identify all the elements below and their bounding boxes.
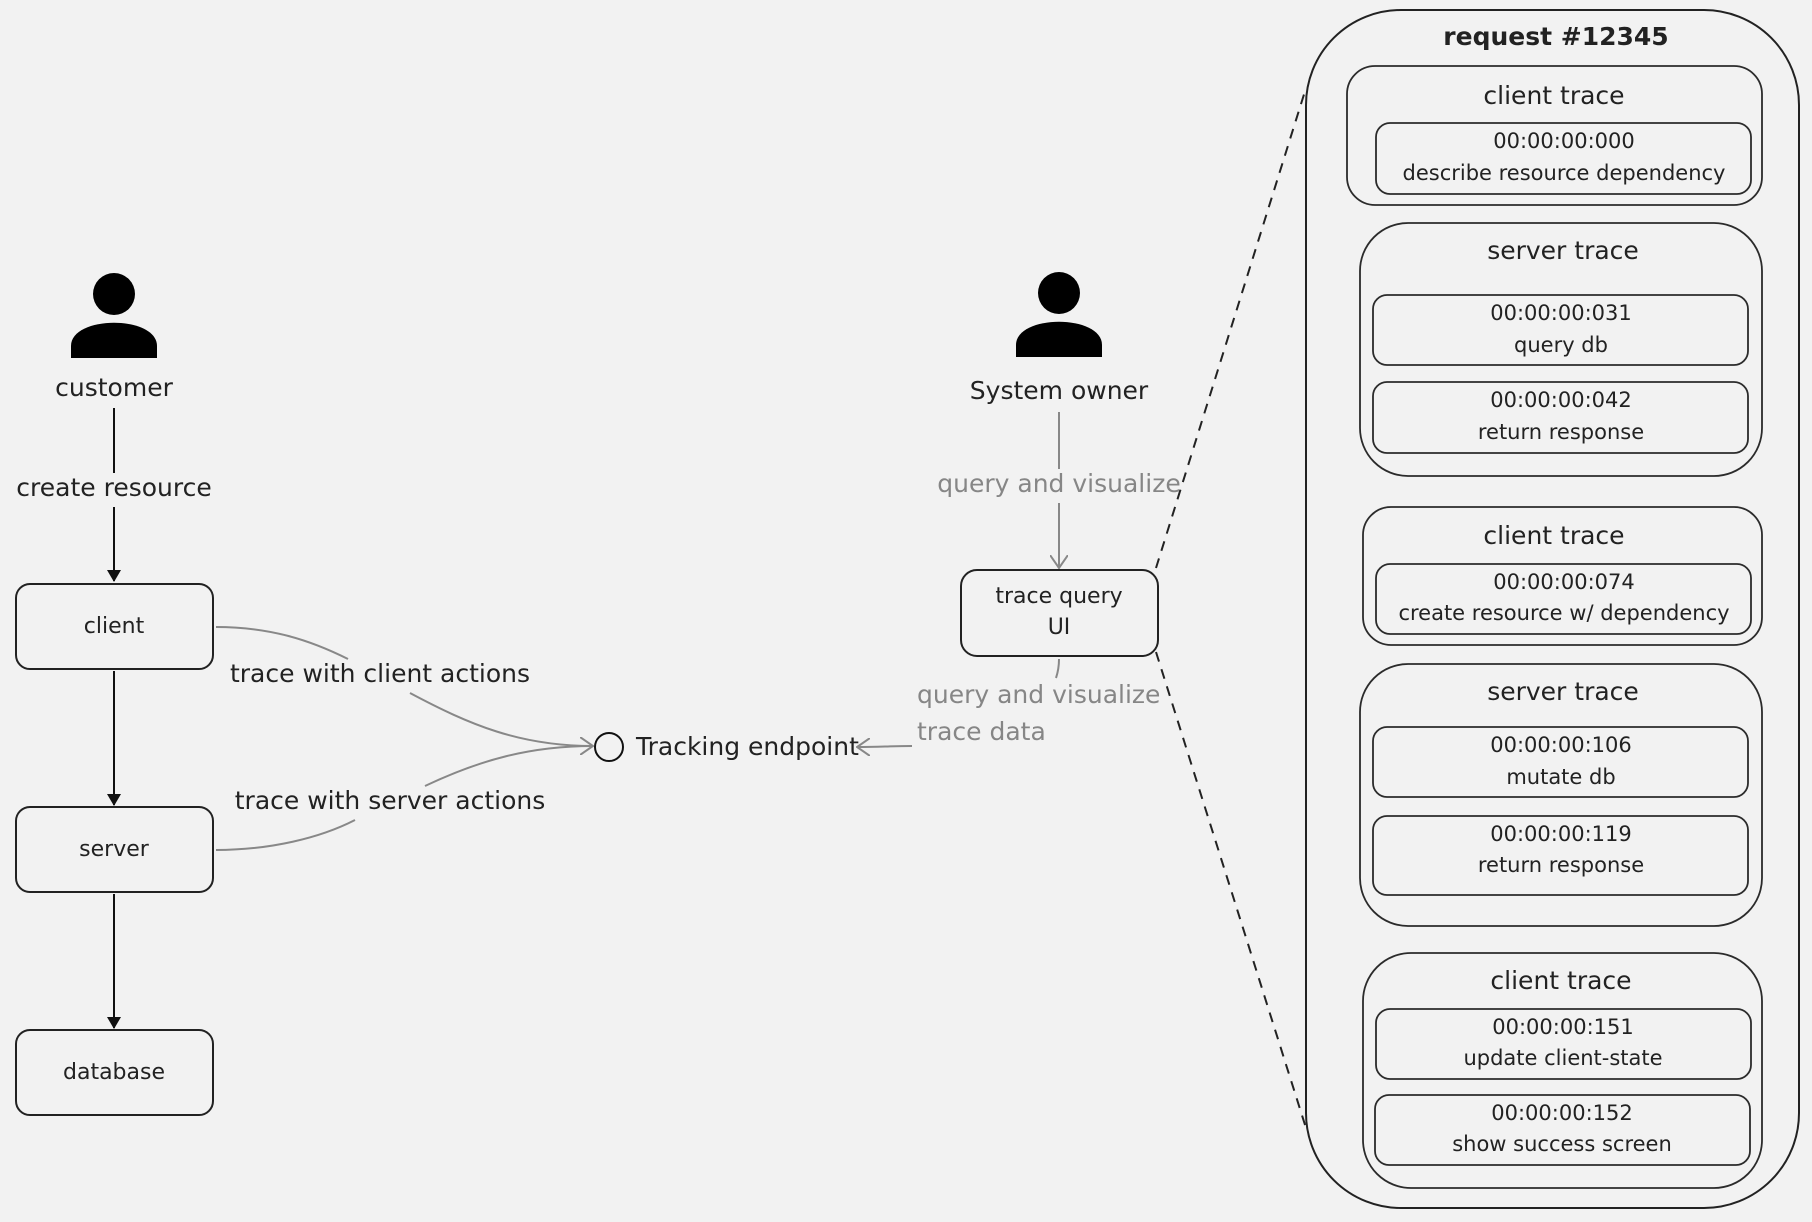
event-action: show success screen <box>1452 1132 1672 1156</box>
tracking-endpoint-label: Tracking endpoint <box>635 732 859 761</box>
trace-server-label: trace with server actions <box>235 786 546 815</box>
request-panel: request #12345 client trace 00:00:00:000… <box>1305 9 1800 1209</box>
customer-label: customer <box>55 373 173 402</box>
trace-client-edge-end <box>409 692 593 746</box>
trace-group-title: server trace <box>1487 236 1639 265</box>
event-time: 00:00:00:119 <box>1490 822 1631 846</box>
person-icon <box>71 273 157 358</box>
server-node[interactable]: server <box>15 806 214 893</box>
system-owner-label: System owner <box>970 376 1149 405</box>
event-time: 00:00:00:074 <box>1493 570 1634 594</box>
event-action: describe resource dependency <box>1403 161 1726 185</box>
client-node[interactable]: client <box>15 583 214 670</box>
trace-group-title: client trace <box>1490 966 1631 995</box>
zoom-line-bottom <box>1155 651 1307 1129</box>
trace-client-label: trace with client actions <box>230 659 530 688</box>
ui-query-edge-start <box>1055 658 1060 679</box>
ui-query-label-line1: query and visualize <box>917 680 1160 709</box>
create-resource-label: create resource <box>16 473 211 502</box>
event-time: 00:00:00:106 <box>1490 733 1631 757</box>
event-time: 00:00:00:042 <box>1490 388 1631 412</box>
endpoint-circle-icon <box>594 732 624 762</box>
client-node-label: client <box>84 614 145 639</box>
trace-group-title: client trace <box>1483 81 1624 110</box>
customer-actor: customer <box>55 273 174 402</box>
trace-client-edge-start <box>215 626 349 660</box>
trace-server-edge-start <box>215 819 356 851</box>
event-time: 00:00:00:000 <box>1493 129 1634 153</box>
owner-query-label: query and visualize <box>937 469 1180 498</box>
trace-diagram: customer create resource client server d… <box>15 9 1800 1209</box>
trace-group-title: server trace <box>1487 677 1639 706</box>
trace-server-edge-end <box>424 745 594 787</box>
person-icon <box>1016 272 1102 357</box>
event-time: 00:00:00:031 <box>1490 301 1631 325</box>
server-node-label: server <box>79 837 150 862</box>
trace-group-title: client trace <box>1483 521 1624 550</box>
ui-query-edge-end <box>857 746 913 747</box>
event-action: update client-state <box>1463 1046 1662 1070</box>
event-time: 00:00:00:151 <box>1492 1015 1633 1039</box>
trace-query-ui-node[interactable]: trace query UI <box>960 569 1159 657</box>
request-title: request #12345 <box>1443 22 1668 51</box>
system-owner-actor: System owner <box>970 272 1149 405</box>
event-action: return response <box>1478 853 1644 877</box>
trace-query-ui-label-line1: trace query <box>995 584 1122 609</box>
event-action: mutate db <box>1506 765 1615 789</box>
zoom-line-top <box>1155 87 1307 569</box>
database-node[interactable]: database <box>15 1029 214 1116</box>
database-node-label: database <box>63 1060 165 1085</box>
trace-query-ui-label-line2: UI <box>1048 615 1071 640</box>
event-time: 00:00:00:152 <box>1491 1101 1632 1125</box>
event-action: create resource w/ dependency <box>1398 601 1729 625</box>
tracking-endpoint[interactable]: Tracking endpoint <box>594 732 859 762</box>
event-action: return response <box>1478 420 1644 444</box>
event-action: query db <box>1514 333 1608 357</box>
ui-query-label-line2: trace data <box>917 717 1046 746</box>
